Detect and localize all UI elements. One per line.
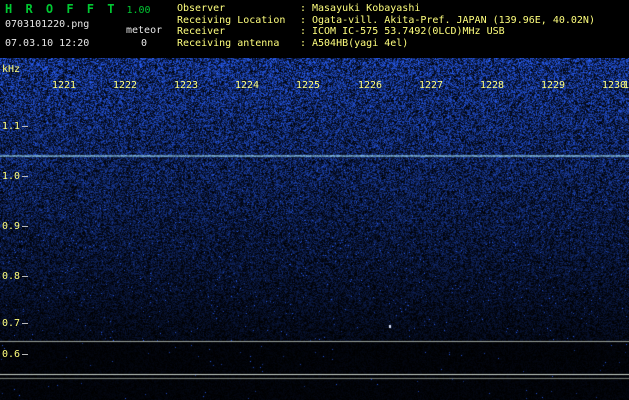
time-tick-label: 1222 — [113, 80, 137, 91]
info-value: Ogata-vill. Akita-Pref. JAPAN (139.96E, … — [312, 15, 595, 27]
freq-tick-mark — [22, 354, 28, 355]
freq-tick-label: 1.1 — [2, 121, 20, 132]
info-separator: : — [300, 3, 312, 15]
info-separator: : — [300, 15, 312, 27]
info-label: Receiving antenna — [177, 38, 300, 50]
time-tick-label: 1226 — [358, 80, 382, 91]
output-filename: 0703101220.png — [5, 19, 89, 30]
time-tick-label: 1221 — [52, 80, 76, 91]
freq-tick-label: 1.0 — [2, 171, 20, 182]
time-tick-label: 1229 — [541, 80, 565, 91]
freq-tick-mark — [22, 126, 28, 127]
freq-tick-mark — [22, 276, 28, 277]
freq-tick-label: 0.7 — [2, 318, 20, 329]
meteor-counter-value: 0 — [141, 38, 147, 49]
time-tick-label: 1227 — [419, 80, 443, 91]
time-tick-label: 1231 — [623, 80, 629, 91]
observer-info-block: Observer: Masayuki Kobayashi Receiving Lo… — [177, 3, 595, 49]
info-label: Receiving Location — [177, 15, 300, 27]
time-tick-label: 1223 — [174, 80, 198, 91]
freq-tick-label: 0.9 — [2, 221, 20, 232]
info-label: Observer — [177, 3, 300, 15]
freq-tick-label: 0.8 — [2, 271, 20, 282]
spectrogram-canvas — [0, 58, 629, 400]
info-row-receiver: Receiver: ICOM IC-575 53.7492(0LCD)MHz US… — [177, 26, 595, 38]
info-row-observer: Observer: Masayuki Kobayashi — [177, 3, 595, 15]
info-value: A504HB(yagi 4el) — [312, 38, 408, 50]
info-value: ICOM IC-575 53.7492(0LCD)MHz USB — [312, 26, 505, 38]
time-tick-label: 1228 — [480, 80, 504, 91]
time-tick-label: 1224 — [235, 80, 259, 91]
freq-axis-unit: kHz — [2, 64, 20, 75]
info-separator: : — [300, 26, 312, 38]
app-logo-letters: H R O F F T — [5, 2, 117, 16]
time-tick-label: 1225 — [296, 80, 320, 91]
info-label: Receiver — [177, 26, 300, 38]
info-row-antenna: Receiving antenna: A504HB(yagi 4el) — [177, 38, 595, 50]
info-separator: : — [300, 38, 312, 50]
info-value: Masayuki Kobayashi — [312, 3, 420, 15]
meteor-counter-label: meteor — [126, 25, 162, 36]
freq-tick-mark — [22, 323, 28, 324]
hrofft-screen: H R O F F T 1.00 0703101220.png meteor 0… — [0, 0, 629, 400]
freq-tick-mark — [22, 176, 28, 177]
app-version: 1.00 — [126, 5, 150, 16]
info-row-location: Receiving Location: Ogata-vill. Akita-Pre… — [177, 15, 595, 27]
freq-tick-mark — [22, 226, 28, 227]
freq-tick-label: 0.6 — [2, 349, 20, 360]
app-logo: H R O F F T 1.00 — [5, 2, 151, 16]
observation-datetime: 07.03.10 12:20 — [5, 38, 89, 49]
